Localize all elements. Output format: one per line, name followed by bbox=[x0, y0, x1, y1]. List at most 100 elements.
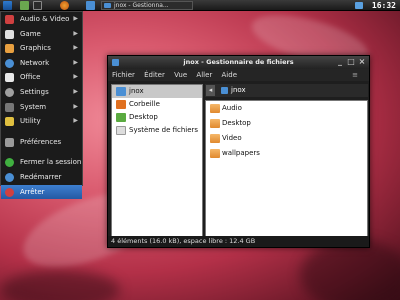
minimize-button[interactable]: _ bbox=[335, 57, 345, 67]
menu-item-label: Network bbox=[20, 58, 50, 67]
game-icon bbox=[5, 29, 14, 39]
list-item[interactable]: wallpapers bbox=[206, 146, 367, 161]
path-button-label: jnox bbox=[231, 86, 246, 94]
menu-vue[interactable]: Vue bbox=[174, 71, 187, 79]
audio-video-icon bbox=[5, 15, 14, 24]
network-tray-icon[interactable] bbox=[355, 2, 363, 9]
path-bar: ◂ jnox bbox=[205, 84, 368, 97]
sidebar-item-label: jnox bbox=[129, 87, 144, 95]
top-panel: jnox - Gestionna... 16:32 bbox=[0, 0, 400, 11]
window-menubar: Fichier Éditer Vue Aller Aide ≡ bbox=[108, 69, 369, 81]
files-icon[interactable] bbox=[20, 1, 29, 10]
home-folder-icon bbox=[221, 87, 228, 94]
submenu-arrow-icon: ▶ bbox=[73, 87, 78, 95]
submenu-arrow-icon: ▶ bbox=[73, 15, 78, 22]
sidebar-item-desktop[interactable]: Desktop bbox=[112, 111, 202, 124]
menu-item-label: Settings bbox=[20, 87, 49, 96]
menu-item-label: Audio & Video bbox=[20, 15, 70, 23]
menu-item-audio-video[interactable]: Audio & Video ▶ bbox=[1, 12, 82, 27]
menu-item-label: Préférences bbox=[20, 137, 62, 146]
menu-icon[interactable] bbox=[3, 1, 12, 10]
submenu-arrow-icon: ▶ bbox=[73, 102, 78, 110]
menu-aller[interactable]: Aller bbox=[196, 71, 212, 79]
utility-icon bbox=[5, 117, 14, 127]
menu-aide[interactable]: Aide bbox=[222, 71, 237, 79]
menu-item-shutdown[interactable]: Arrêter bbox=[1, 184, 82, 200]
sidebar-item-filesystem[interactable]: Système de fichiers bbox=[112, 124, 202, 137]
menu-item-label: System bbox=[20, 102, 47, 111]
clock[interactable]: 16:32 bbox=[372, 1, 396, 10]
folder-icon bbox=[210, 119, 220, 128]
wrench-icon bbox=[5, 137, 14, 147]
file-list: Audio Desktop Video wallpapers bbox=[205, 100, 368, 238]
menu-item-restart[interactable]: Redémarrer bbox=[1, 170, 82, 185]
sidebar-item-label: Système de fichiers bbox=[129, 126, 199, 134]
file-manager-window: jnox - Gestionnaire de fichiers _ □ × Fi… bbox=[107, 55, 370, 248]
home-folder-icon bbox=[116, 87, 126, 96]
sidebar-item-home[interactable]: jnox bbox=[112, 85, 202, 98]
list-item[interactable]: Desktop bbox=[206, 116, 367, 131]
wallpaper-shadow bbox=[300, 240, 400, 300]
status-bar: 4 éléments (16.0 kB), espace libre : 12.… bbox=[108, 236, 369, 247]
menu-editer[interactable]: Éditer bbox=[144, 71, 165, 79]
window-icon bbox=[104, 3, 111, 8]
menu-item-utility[interactable]: Utility ▶ bbox=[1, 114, 82, 129]
menu-item-label: Office bbox=[20, 73, 41, 82]
list-item[interactable]: Audio bbox=[206, 101, 367, 116]
menu-item-system[interactable]: System ▶ bbox=[1, 100, 82, 115]
places-sidebar: jnox Corbeille Desktop Système de fichie… bbox=[111, 84, 203, 238]
folder-icon bbox=[210, 134, 220, 143]
menu-fichier[interactable]: Fichier bbox=[112, 71, 135, 79]
system-icon bbox=[5, 102, 14, 112]
sidebar-item-trash[interactable]: Corbeille bbox=[112, 98, 202, 111]
wallpaper-shadow bbox=[0, 270, 120, 300]
path-button-jnox[interactable]: jnox bbox=[219, 84, 250, 97]
taskbar-button-label: jnox - Gestionna... bbox=[114, 2, 169, 9]
menu-item-label: Graphics bbox=[20, 44, 51, 53]
window-title: jnox - Gestionnaire de fichiers bbox=[183, 58, 294, 66]
taskbar-button[interactable]: jnox - Gestionna... bbox=[101, 1, 193, 10]
settings-icon bbox=[5, 87, 14, 97]
window-titlebar[interactable]: jnox - Gestionnaire de fichiers _ □ × bbox=[108, 56, 369, 69]
desktop-icon[interactable] bbox=[86, 1, 95, 10]
menu-item-network[interactable]: Network ▶ bbox=[1, 56, 82, 71]
maximize-button[interactable]: □ bbox=[346, 57, 356, 67]
logout-icon bbox=[5, 158, 14, 168]
list-item[interactable]: Video bbox=[206, 131, 367, 146]
office-icon bbox=[5, 73, 14, 83]
menu-item-label: Redémarrer bbox=[20, 172, 62, 181]
menu-item-logout[interactable]: Fermer la session bbox=[1, 155, 82, 170]
network-icon bbox=[5, 58, 14, 68]
menu-item-game[interactable]: Game ▶ bbox=[1, 27, 82, 42]
submenu-arrow-icon: ▶ bbox=[73, 58, 78, 66]
file-name: Audio bbox=[222, 104, 242, 112]
window-icon bbox=[112, 59, 119, 66]
sidebar-item-label: Desktop bbox=[129, 113, 158, 121]
submenu-arrow-icon: ▶ bbox=[73, 29, 78, 37]
menu-item-label: Arrêter bbox=[20, 187, 45, 196]
menu-item-settings[interactable]: Settings ▶ bbox=[1, 85, 82, 100]
desktop-folder-icon bbox=[116, 113, 126, 122]
folder-icon bbox=[210, 104, 220, 113]
shutdown-icon bbox=[5, 187, 14, 197]
trash-icon bbox=[116, 100, 126, 109]
firefox-icon[interactable] bbox=[60, 1, 69, 10]
filesystem-icon bbox=[116, 126, 126, 135]
menu-item-office[interactable]: Office ▶ bbox=[1, 70, 82, 85]
back-arrow-icon[interactable]: ◂ bbox=[206, 85, 215, 96]
menu-item-label: Fermer la session bbox=[20, 158, 82, 167]
sidebar-item-label: Corbeille bbox=[129, 100, 160, 108]
graphics-icon bbox=[5, 44, 14, 54]
submenu-arrow-icon: ▶ bbox=[73, 73, 78, 81]
restart-icon bbox=[5, 172, 14, 182]
submenu-arrow-icon: ▶ bbox=[73, 44, 78, 52]
menu-item-graphics[interactable]: Graphics ▶ bbox=[1, 41, 82, 56]
application-menu: Audio & Video ▶ Game ▶ Graphics ▶ Network ▶ … bbox=[0, 11, 83, 200]
menu-overflow-icon[interactable]: ≡ bbox=[352, 69, 358, 81]
close-button[interactable]: × bbox=[357, 57, 367, 67]
menu-item-preferences[interactable]: Préférences bbox=[1, 135, 82, 150]
file-name: Desktop bbox=[222, 119, 251, 127]
terminal-icon[interactable] bbox=[33, 1, 42, 10]
submenu-arrow-icon: ▶ bbox=[73, 117, 78, 125]
menu-item-label: Utility bbox=[20, 117, 41, 126]
